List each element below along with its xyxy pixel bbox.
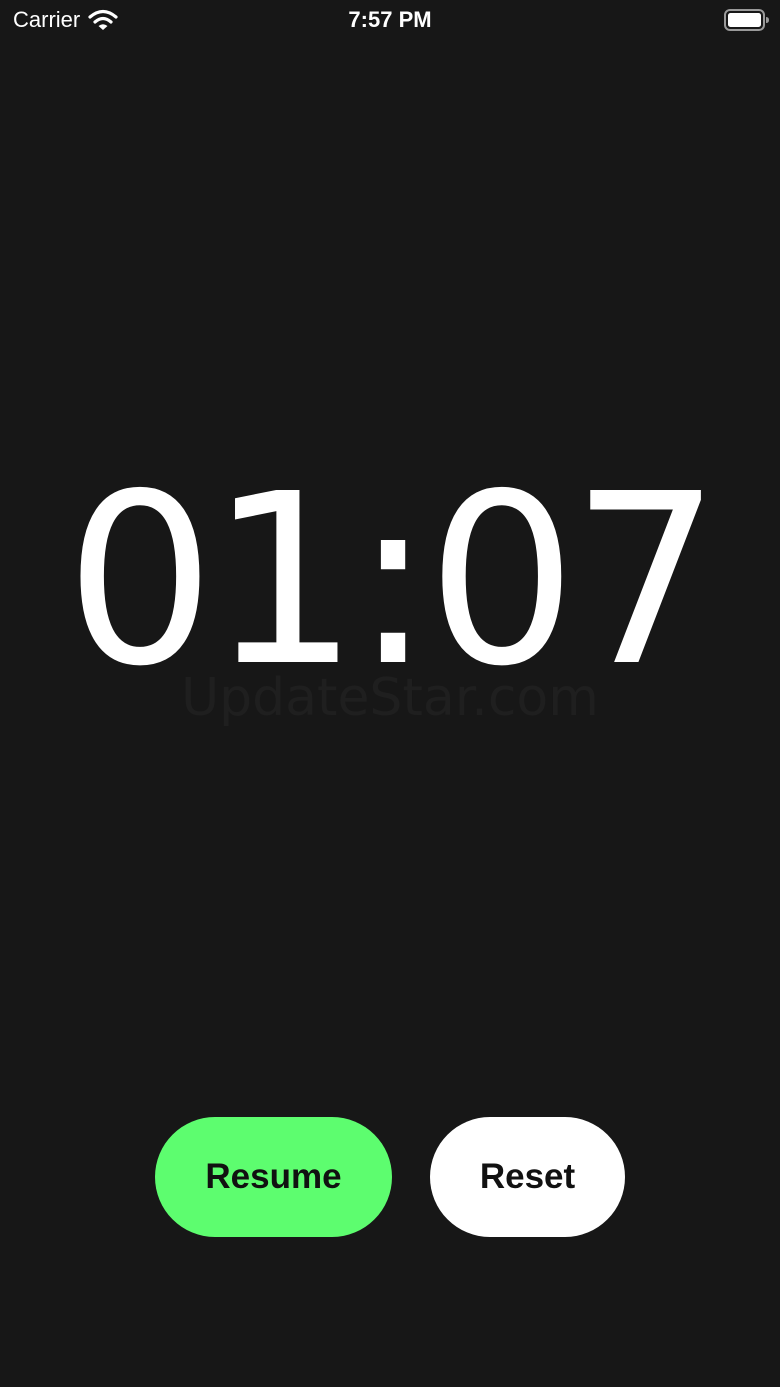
timer-controls: Resume Reset — [155, 1117, 625, 1237]
status-time: 7:57 PM — [348, 7, 432, 32]
resume-button[interactable]: Resume — [155, 1117, 392, 1237]
status-bar: Carrier 7:57 PM — [0, 0, 780, 40]
reset-button[interactable]: Reset — [430, 1117, 625, 1237]
watermark: UpdateStar.com — [181, 668, 599, 728]
battery-icon — [724, 9, 770, 31]
